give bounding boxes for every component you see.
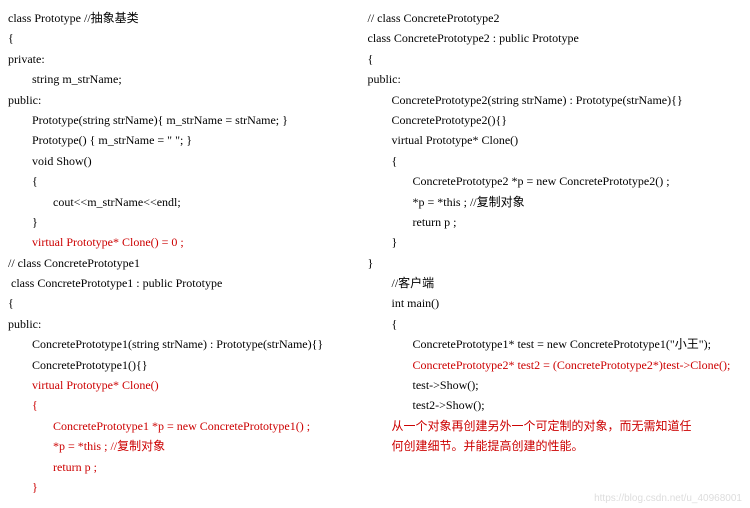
code-line: ConcretePrototype1* test = new ConcreteP…: [368, 334, 743, 354]
code-line-highlight: ConcretePrototype2* test2 = (ConcretePro…: [368, 355, 743, 375]
code-line: test->Show();: [368, 375, 743, 395]
code-line: int main(): [368, 293, 743, 313]
code-line: ConcretePrototype1(){}: [8, 355, 368, 375]
code-line: return p ;: [368, 212, 743, 232]
code-line: }: [8, 212, 368, 232]
code-line: private:: [8, 49, 368, 69]
code-line: ConcretePrototype1(string strName) : Pro…: [8, 334, 368, 354]
code-line: class ConcretePrototype1 : public Protot…: [8, 273, 368, 293]
code-line: Prototype(string strName){ m_strName = s…: [8, 110, 368, 130]
summary-line: 何创建细节。并能提高创建的性能。: [368, 436, 743, 456]
code-line: class ConcretePrototype2 : public Protot…: [368, 28, 743, 48]
code-line: {: [368, 151, 743, 171]
code-line: //客户端: [368, 273, 743, 293]
code-line: Prototype() { m_strName = " "; }: [8, 130, 368, 150]
code-line: ConcretePrototype2(string strName) : Pro…: [368, 90, 743, 110]
code-line-highlight: {: [8, 395, 368, 415]
code-line: public:: [8, 314, 368, 334]
code-line: class Prototype //抽象基类: [8, 8, 368, 28]
code-line: {: [8, 171, 368, 191]
code-line-highlight: virtual Prototype* Clone() = 0 ;: [8, 232, 368, 252]
code-line: {: [368, 314, 743, 334]
left-code-column: class Prototype //抽象基类 { private: string…: [0, 0, 368, 508]
code-line: // class ConcretePrototype1: [8, 253, 368, 273]
code-line: }: [368, 232, 743, 252]
summary-line: 从一个对象再创建另外一个可定制的对象，而无需知道任: [368, 416, 743, 436]
code-line: *p = *this ; //复制对象: [368, 192, 743, 212]
code-line: string m_strName;: [8, 69, 368, 89]
code-line: test2->Show();: [368, 395, 743, 415]
right-code-column: // class ConcretePrototype2 class Concre…: [368, 0, 750, 508]
code-line: // class ConcretePrototype2: [368, 8, 743, 28]
code-line-highlight: virtual Prototype* Clone(): [8, 375, 368, 395]
code-line: ConcretePrototype2 *p = new ConcreteProt…: [368, 171, 743, 191]
code-line-highlight: *p = *this ; //复制对象: [8, 436, 368, 456]
code-line: public:: [368, 69, 743, 89]
code-line-highlight: return p ;: [8, 457, 368, 477]
code-line-highlight: }: [8, 477, 368, 497]
code-line: ConcretePrototype2(){}: [368, 110, 743, 130]
code-line: public:: [8, 90, 368, 110]
code-line: cout<<m_strName<<endl;: [8, 192, 368, 212]
code-line: }: [368, 253, 743, 273]
code-line: void Show(): [8, 151, 368, 171]
code-line: {: [8, 293, 368, 313]
code-line-highlight: ConcretePrototype1 *p = new ConcreteProt…: [8, 416, 368, 436]
code-line: virtual Prototype* Clone(): [368, 130, 743, 150]
code-line: {: [368, 49, 743, 69]
watermark: https://blog.csdn.net/u_40968001: [594, 493, 742, 504]
code-line: {: [8, 28, 368, 48]
